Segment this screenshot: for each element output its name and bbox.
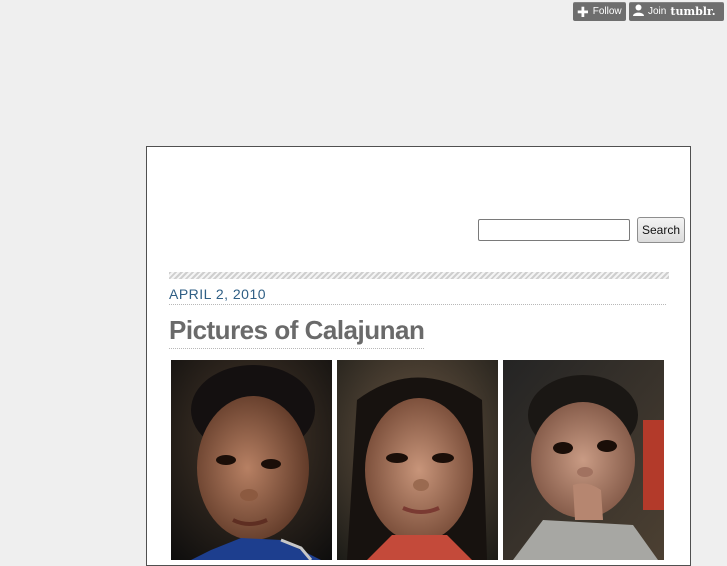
search-input[interactable] xyxy=(478,219,630,241)
tumblr-controls: ✚ Follow Join tumblr. xyxy=(573,2,724,21)
plus-icon: ✚ xyxy=(577,3,589,20)
post-title[interactable]: Pictures of Calajunan xyxy=(169,315,425,349)
follow-label: Follow xyxy=(592,6,622,17)
blog-card: Search APRIL 2, 2010 Pictures of Calajun… xyxy=(146,146,691,566)
photo-girl[interactable] xyxy=(337,360,498,560)
search-button[interactable]: Search xyxy=(637,217,685,243)
photo-boy[interactable] xyxy=(171,360,332,560)
join-tumblr-button[interactable]: Join tumblr. xyxy=(629,2,724,21)
search-form: Search xyxy=(478,217,685,243)
photo-strip xyxy=(171,360,664,560)
follow-button[interactable]: ✚ Follow xyxy=(573,2,626,21)
post-date[interactable]: APRIL 2, 2010 xyxy=(169,286,666,305)
join-label: Join xyxy=(648,6,667,17)
photo-baby[interactable] xyxy=(503,360,664,560)
post-divider-stripe xyxy=(169,272,669,279)
tumblr-brand-label: tumblr. xyxy=(670,5,716,18)
user-icon xyxy=(633,4,644,19)
post: APRIL 2, 2010 Pictures of Calajunan xyxy=(169,272,669,560)
